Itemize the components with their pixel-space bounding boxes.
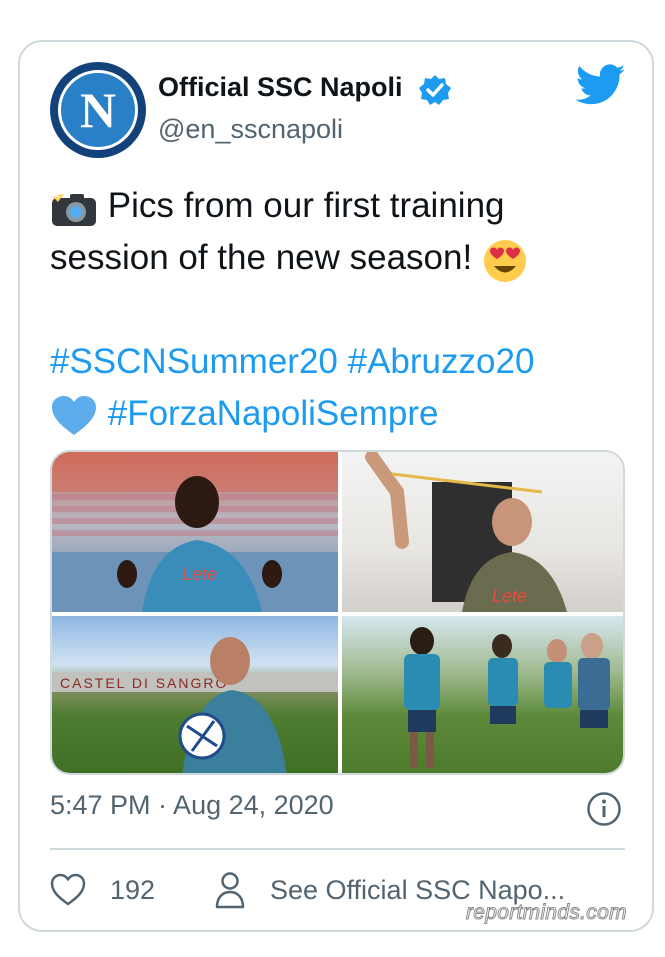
hashtag-forzanapolisempre[interactable]: #ForzaNapoliSempre [108, 394, 439, 433]
photo-player-gym-resistance-band[interactable]: Lete [342, 452, 623, 612]
photo-gym-art: Lete [365, 452, 567, 612]
camera-flash-icon [52, 189, 96, 226]
napoli-logo-letter: N [79, 82, 117, 138]
tweet-line-1: Pics from our first training [50, 180, 630, 232]
info-icon[interactable] [586, 791, 622, 827]
twitter-bird-icon[interactable] [576, 64, 626, 106]
tweet-timestamp[interactable]: 5:47 PM · Aug 24, 2020 [50, 790, 334, 821]
author-handle[interactable]: @en_sscnapoli [158, 114, 343, 145]
watermark: reportminds.com [466, 901, 628, 925]
photo-player-thumbs-up-art: Lete [52, 452, 338, 612]
photo-stadium-art: CASTEL DI SANGRO [52, 637, 338, 773]
tweet-line-5: #ForzaNapoliSempre [50, 388, 630, 440]
heart-eyes-icon [483, 239, 526, 282]
tweet-line-4: #SSCNSummer20 #Abruzzo20 [50, 336, 630, 388]
tweet-line-3 [50, 284, 630, 336]
photo-player-thumbs-up[interactable]: Lete [52, 452, 338, 612]
author-name[interactable]: Official SSC Napoli [158, 72, 403, 103]
photo-training-art [404, 627, 610, 768]
tweet-text: Pics from our first training session of … [50, 180, 630, 440]
tweet-text-line-2: session of the new season! [50, 238, 473, 277]
kit-sponsor-text: Lete [492, 586, 527, 606]
tweet-text-line-1: Pics from our first training [107, 186, 505, 225]
avatar[interactable]: N [50, 62, 146, 158]
photo-player-with-ball-stadium[interactable]: CASTEL DI SANGRO [52, 616, 338, 773]
divider [50, 848, 625, 850]
like-count[interactable]: 192 [110, 875, 155, 906]
stadium-sign: CASTEL DI SANGRO [60, 675, 228, 691]
blue-heart-icon [52, 395, 96, 435]
hashtag-sscnsummer20[interactable]: #SSCNSummer20 [50, 342, 338, 381]
hashtag-abruzzo20[interactable]: #Abruzzo20 [348, 342, 535, 381]
heart-icon[interactable] [50, 872, 86, 908]
kit-sponsor-text: Lete [182, 564, 217, 584]
photo-grid[interactable]: Lete Lete CASTEL DI SANGRO [50, 450, 625, 775]
napoli-logo-ring: N [58, 70, 138, 150]
tweet-line-2: session of the new season! [50, 232, 630, 284]
verified-badge-icon [419, 75, 451, 105]
person-icon[interactable] [214, 871, 246, 909]
photo-players-training-pitch[interactable] [342, 616, 623, 773]
